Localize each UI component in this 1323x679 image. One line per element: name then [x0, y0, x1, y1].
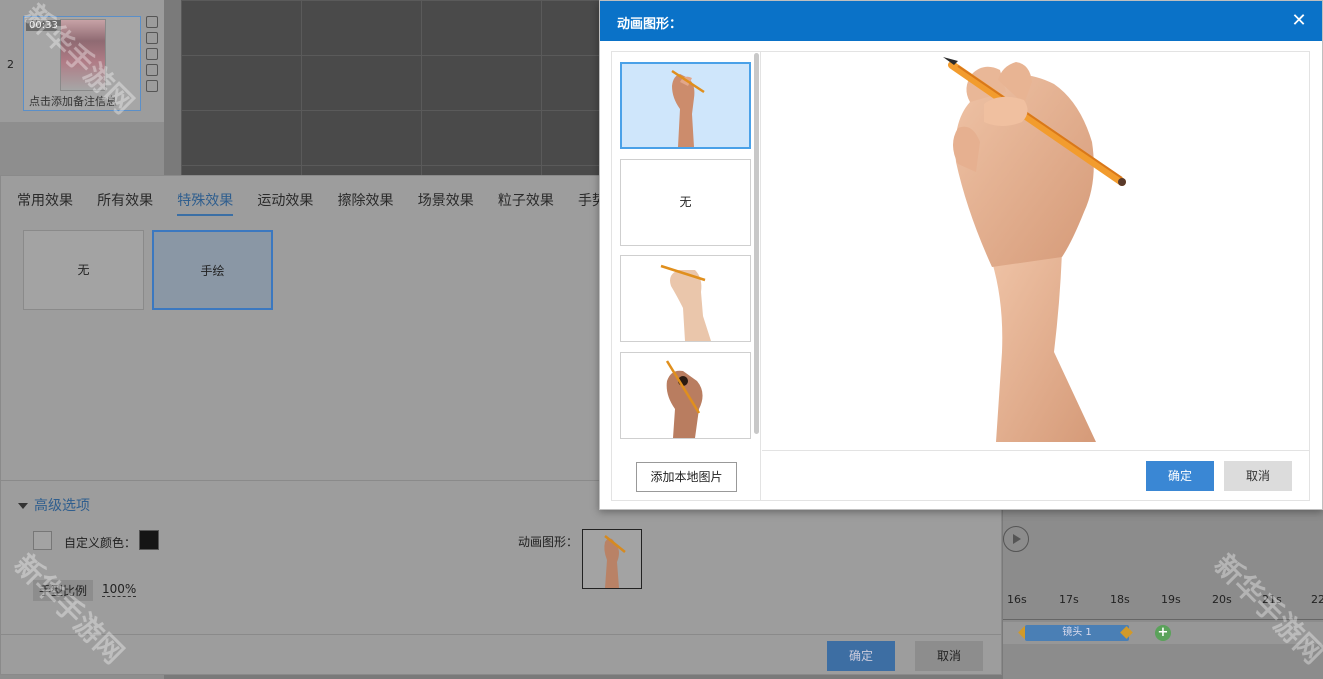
timeline-ruler[interactable]: 16s 17s 18s 19s 20s 21s 22 — [1003, 590, 1323, 620]
effect-tabs: 常用效果 所有效果 特殊效果 运动效果 擦除效果 场景效果 粒子效果 手势 — [17, 190, 626, 216]
tick-label: 22 — [1311, 593, 1323, 606]
tick-label: 20s — [1212, 593, 1232, 606]
effect-ok-button[interactable]: 确定 — [827, 641, 895, 671]
slide-thumbnail[interactable]: 00:33 点击添加备注信息 — [23, 16, 141, 111]
tab-motion-effects[interactable]: 运动效果 — [257, 190, 313, 214]
paste-icon[interactable] — [146, 64, 158, 76]
hand-pencil-preview-image — [943, 57, 1126, 442]
custom-color-checkbox[interactable] — [33, 531, 52, 550]
close-icon[interactable]: ✕ — [1289, 11, 1309, 31]
slide-tools — [146, 16, 160, 96]
hand-pencil-image — [665, 360, 703, 438]
hand-pencil-image — [671, 69, 705, 147]
hand-pencil-icon — [604, 535, 626, 588]
tab-wipe-effects[interactable]: 擦除效果 — [338, 190, 394, 214]
delete-icon[interactable] — [146, 32, 158, 44]
slide-preview-image — [60, 19, 106, 91]
timeline-track: 镜头 1 + — [1003, 622, 1323, 644]
modal-title: 动画图形： — [617, 17, 683, 32]
hand-scale-input[interactable]: 100% — [102, 582, 137, 597]
shape-item[interactable] — [620, 255, 751, 342]
copy-icon[interactable] — [146, 16, 158, 28]
tab-special-effects[interactable]: 特殊效果 — [177, 190, 234, 216]
slide-row[interactable]: 2 00:33 点击添加备注信息 — [0, 0, 164, 122]
tab-all-effects[interactable]: 所有效果 — [97, 190, 153, 214]
tab-scene-effects[interactable]: 场景效果 — [418, 190, 474, 214]
tick-label: 16s — [1007, 593, 1027, 606]
add-keyframe-icon[interactable]: + — [1155, 625, 1171, 641]
star-icon[interactable] — [146, 80, 158, 92]
hand-pencil-image — [660, 264, 711, 341]
shape-item[interactable]: 无 — [620, 159, 751, 246]
slide-note-placeholder[interactable]: 点击添加备注信息 — [29, 93, 117, 109]
shape-list: 无 添加本地图片 — [612, 52, 761, 501]
modal-cancel-button[interactable]: 取消 — [1224, 461, 1292, 491]
play-icon[interactable] — [1003, 526, 1029, 552]
modal-titlebar: 动画图形： ✕ — [600, 1, 1322, 41]
slide-number: 2 — [7, 58, 14, 71]
shape-preview — [762, 52, 1310, 451]
effect-none[interactable]: 无 — [23, 230, 144, 310]
color-swatch[interactable] — [139, 530, 159, 550]
duplicate-icon[interactable] — [146, 48, 158, 60]
add-local-image-button[interactable]: 添加本地图片 — [636, 462, 737, 492]
advanced-options-toggle[interactable]: 高级选项 — [18, 495, 90, 515]
slide-duration: 00:33 — [26, 20, 61, 31]
anim-shape-thumbnail[interactable] — [582, 529, 642, 589]
tick-label: 19s — [1161, 593, 1181, 606]
anim-shape-label: 动画图形： — [518, 535, 579, 549]
hand-scale-label: 手型比例 — [33, 580, 94, 601]
advanced-options-label: 高级选项 — [34, 498, 90, 514]
effect-hand-drawn[interactable]: 手绘 — [152, 230, 273, 310]
shape-item[interactable] — [620, 62, 751, 149]
tab-common-effects[interactable]: 常用效果 — [17, 190, 73, 214]
modal-ok-button[interactable]: 确定 — [1146, 461, 1214, 491]
modal-body: 无 添加本地图片 确定 取消 — [611, 51, 1310, 501]
tab-particle-effects[interactable]: 粒子效果 — [498, 190, 554, 214]
scrollbar[interactable] — [754, 53, 759, 434]
effect-cancel-button[interactable]: 取消 — [915, 641, 983, 671]
shape-none-label: 无 — [679, 195, 692, 209]
custom-color-label: 自定义颜色： — [64, 536, 137, 550]
divider — [1, 634, 1001, 635]
anim-shape-modal: 动画图形： ✕ 无 添加本地图片 确定 取消 — [599, 0, 1323, 510]
timeline: 16s 17s 18s 19s 20s 21s 22 镜头 1 + — [1003, 510, 1323, 679]
shape-item[interactable] — [620, 352, 751, 439]
tick-label: 21s — [1262, 593, 1282, 606]
timeline-clip[interactable]: 镜头 1 — [1025, 625, 1129, 641]
tick-label: 17s — [1059, 593, 1079, 606]
triangle-down-icon — [18, 503, 28, 509]
tick-label: 18s — [1110, 593, 1130, 606]
